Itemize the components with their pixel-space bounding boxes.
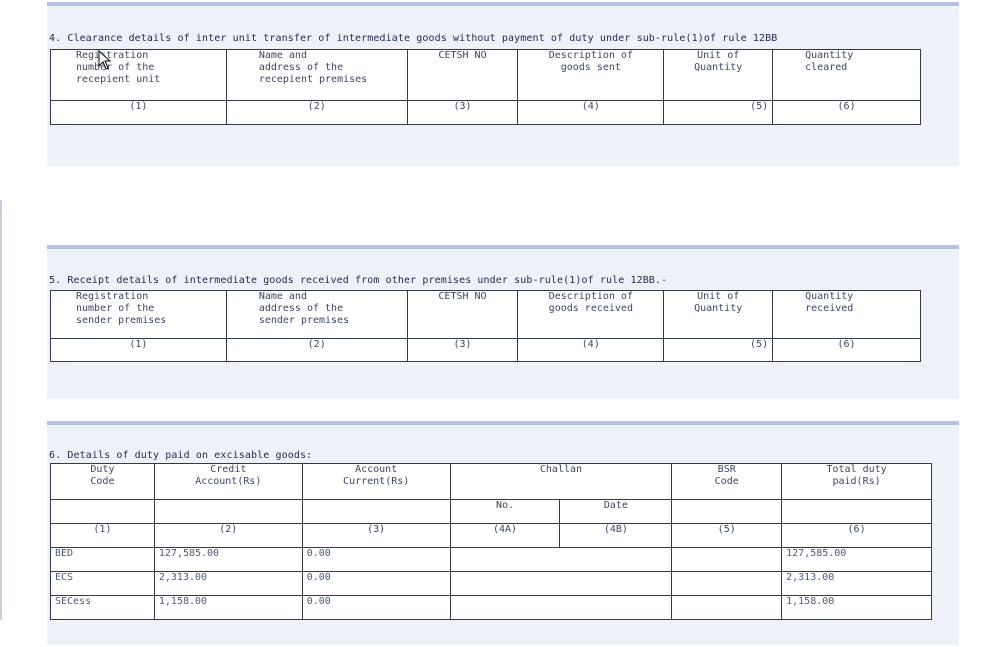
- section-4-table: Registration number of the recepient uni…: [50, 49, 921, 125]
- table-row: ECS 2,313.00 0.00 2,313.00: [50, 571, 932, 596]
- col-num-2: (2): [225, 338, 408, 362]
- col-num-2: (2): [225, 100, 408, 125]
- col-num-5: (5): [663, 100, 774, 125]
- header-total-duty: Total duty paid(Rs): [781, 463, 932, 500]
- bsr-code-cell: [671, 571, 783, 596]
- col-num-6: (6): [772, 100, 921, 125]
- header-bsr-code: BSR Code: [671, 463, 783, 500]
- header-account-current: Account Current(Rs): [301, 463, 451, 500]
- account-current-cell: 0.00: [301, 547, 451, 572]
- col-num-4: (4): [517, 100, 665, 125]
- col-num-6: (6): [781, 523, 932, 548]
- bsr-code-cell: [671, 547, 783, 572]
- header-quantity-cleared: Quantity cleared: [772, 49, 921, 101]
- col-num-3: (3): [406, 100, 519, 125]
- challan-date-cell: [559, 571, 673, 596]
- column-number-row: (1) (2) (3) (4) (5) (6): [50, 100, 921, 125]
- total-duty-cell: 127,585.00: [781, 547, 932, 572]
- duty-code-cell: SECess: [50, 595, 155, 620]
- account-current-cell: 0.00: [301, 595, 451, 620]
- header-row: Duty Code Credit Account(Rs) Account Cur…: [50, 463, 932, 500]
- col-num-1: (1): [50, 523, 155, 548]
- col-num-2: (2): [153, 523, 303, 548]
- header-row: Registration number of the recepient uni…: [50, 49, 921, 101]
- header-name-address: Name and address of the recepient premis…: [225, 49, 408, 101]
- credit-account-cell: 2,313.00: [153, 571, 303, 596]
- col-num-3: (3): [406, 338, 519, 362]
- header-description: Description of goods received: [517, 290, 665, 339]
- total-duty-cell: 1,158.00: [781, 595, 932, 620]
- header-unit-of-quantity: Unit of Quantity: [663, 290, 774, 339]
- col-num-1: (1): [50, 100, 227, 125]
- header-row: Registration number of the sender premis…: [50, 290, 921, 339]
- header-cetsh-no: CETSH NO: [406, 49, 519, 101]
- table-row: BED 127,585.00 0.00 127,585.00: [50, 547, 932, 572]
- header-challan-no: No.: [449, 499, 561, 524]
- header-name-address: Name and address of the sender premises: [225, 290, 408, 339]
- duty-code-cell: ECS: [50, 571, 155, 596]
- col-num-1: (1): [50, 338, 227, 362]
- section-4-panel: 4. Clearance details of inter unit trans…: [47, 2, 959, 166]
- subheader-row: No. Date: [50, 499, 932, 524]
- header-cetsh-no: CETSH NO: [406, 290, 519, 339]
- bsr-code-cell: [671, 595, 783, 620]
- header-challan-date: Date: [559, 499, 673, 524]
- col-num-5: (5): [663, 338, 774, 362]
- section-4-title: 4. Clearance details of inter unit trans…: [49, 33, 778, 44]
- header-registration-number: Registration number of the sender premis…: [50, 290, 227, 339]
- empty-cell: [671, 499, 783, 524]
- empty-cell: [301, 499, 451, 524]
- empty-cell: [781, 499, 932, 524]
- col-num-3: (3): [301, 523, 451, 548]
- header-credit-account: Credit Account(Rs): [153, 463, 303, 500]
- section-5-title: 5. Receipt details of intermediate goods…: [49, 275, 668, 286]
- account-current-cell: 0.00: [301, 571, 451, 596]
- header-challan: Challan: [449, 463, 673, 500]
- credit-account-cell: 127,585.00: [153, 547, 303, 572]
- column-number-row: (1) (2) (3) (4) (5) (6): [50, 338, 921, 362]
- section-5-panel: 5. Receipt details of intermediate goods…: [47, 245, 959, 399]
- challan-no-cell: [449, 547, 560, 572]
- section-6-panel: 6. Details of duty paid on excisable goo…: [47, 421, 959, 645]
- section-5-table: Registration number of the sender premis…: [50, 290, 921, 362]
- duty-code-cell: BED: [50, 547, 155, 572]
- challan-date-cell: [559, 595, 673, 620]
- col-num-4a: (4A): [449, 523, 561, 548]
- section-6-title: 6. Details of duty paid on excisable goo…: [49, 450, 313, 461]
- table-row: SECess 1,158.00 0.00 1,158.00: [50, 595, 932, 620]
- header-description: Description of goods sent: [517, 49, 665, 101]
- challan-no-cell: [449, 571, 560, 596]
- col-num-4b: (4B): [559, 523, 673, 548]
- col-num-6: (6): [772, 338, 921, 362]
- credit-account-cell: 1,158.00: [153, 595, 303, 620]
- challan-no-cell: [449, 595, 560, 620]
- empty-cell: [153, 499, 303, 524]
- mouse-pointer-icon: [98, 50, 112, 70]
- empty-cell: [50, 499, 155, 524]
- section-6-table: Duty Code Credit Account(Rs) Account Cur…: [50, 463, 932, 620]
- header-registration-number: Registration number of the recepient uni…: [50, 49, 227, 101]
- column-number-row: (1) (2) (3) (4A) (4B) (5) (6): [50, 523, 932, 548]
- challan-date-cell: [559, 547, 673, 572]
- col-num-4: (4): [517, 338, 665, 362]
- col-num-5: (5): [671, 523, 783, 548]
- header-quantity-received: Quantity received: [772, 290, 921, 339]
- header-duty-code: Duty Code: [50, 463, 155, 500]
- total-duty-cell: 2,313.00: [781, 571, 932, 596]
- header-unit-of-quantity: Unit of Quantity: [663, 49, 774, 101]
- window-left-edge: [0, 200, 2, 620]
